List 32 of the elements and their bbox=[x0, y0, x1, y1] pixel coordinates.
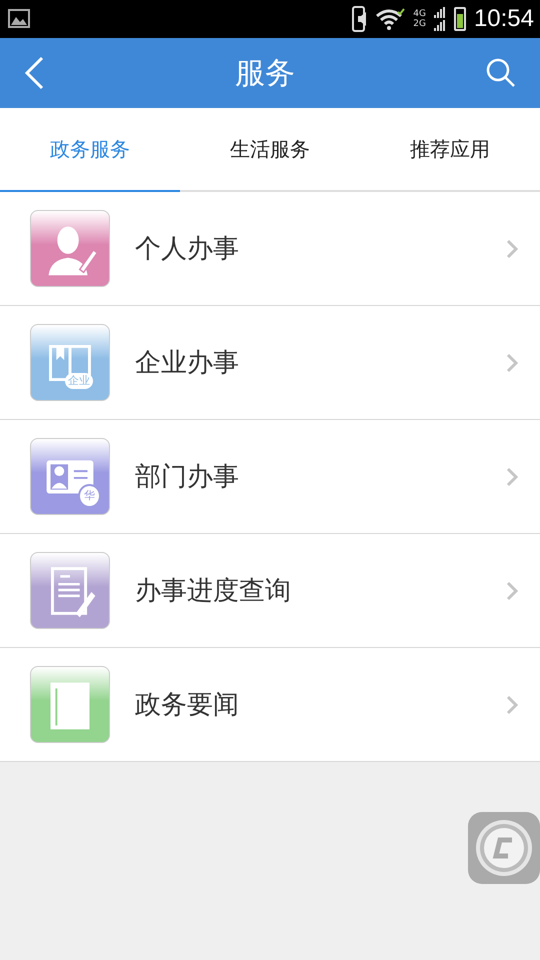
item-label: 部门办事 bbox=[135, 461, 240, 494]
service-item[interactable]: 个人办事 bbox=[0, 192, 540, 306]
chevron-icon bbox=[506, 352, 518, 372]
clock: 10:54 bbox=[474, 5, 534, 33]
service-item[interactable]: 政务要闻 bbox=[0, 648, 540, 762]
battery-icon bbox=[454, 7, 466, 31]
item-label: 企业办事 bbox=[135, 347, 240, 380]
wifi-icon bbox=[375, 8, 406, 30]
chevron-icon bbox=[506, 466, 518, 486]
tab[interactable]: 推荐应用 bbox=[360, 108, 540, 192]
network-label: 4G bbox=[413, 9, 426, 19]
item-label: 政务要闻 bbox=[135, 689, 240, 722]
c-logo-icon bbox=[474, 818, 534, 878]
tab[interactable]: 生活服务 bbox=[180, 108, 360, 192]
signal-icon bbox=[434, 7, 446, 31]
service-item[interactable]: 办事进度查询 bbox=[0, 534, 540, 648]
chevron-icon bbox=[506, 694, 518, 714]
chevron-icon bbox=[506, 238, 518, 258]
search-icon bbox=[486, 58, 516, 88]
item-label: 个人办事 bbox=[135, 233, 240, 266]
image-icon bbox=[8, 9, 30, 29]
back-icon bbox=[24, 56, 44, 90]
icon-text: 企业 bbox=[65, 373, 93, 389]
chevron-icon bbox=[506, 580, 518, 600]
icon-text: 华 bbox=[78, 484, 101, 508]
item-label: 办事进度查询 bbox=[135, 575, 292, 608]
service-item[interactable]: 华 部门办事 bbox=[0, 420, 540, 534]
vibrate-icon bbox=[352, 6, 368, 32]
service-item[interactable]: 企业 企业办事 bbox=[0, 306, 540, 420]
floating-button[interactable] bbox=[468, 812, 540, 884]
network-label: 2G bbox=[413, 19, 426, 29]
page-title: 服务 bbox=[235, 54, 295, 92]
